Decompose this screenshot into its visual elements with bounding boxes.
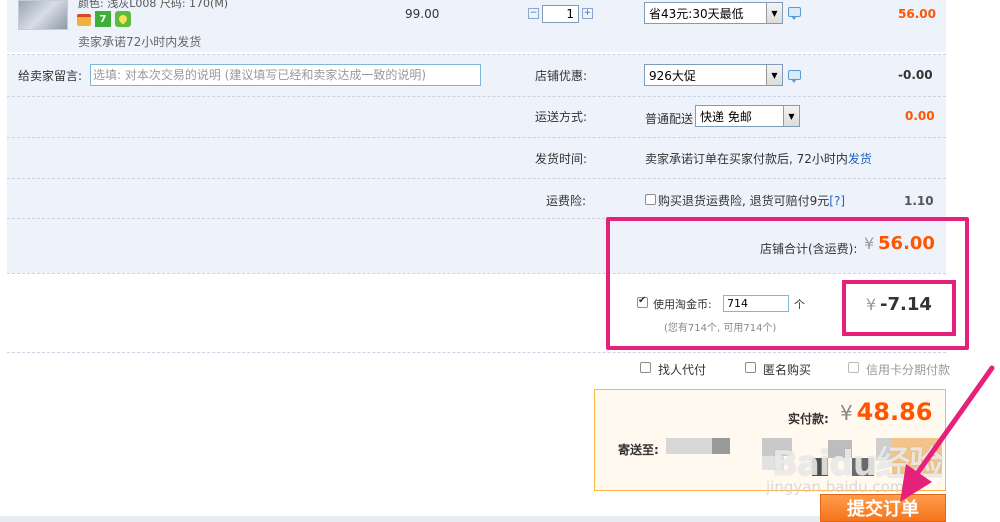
insurance-text: 购买退货运费险, 退货可赔付9元[?] <box>658 192 845 209</box>
payment-label: 实付款: <box>788 412 829 426</box>
guarantee-icon <box>115 11 131 27</box>
chevron-down-icon: ▼ <box>783 106 799 126</box>
anonymous-checkbox[interactable] <box>745 362 756 373</box>
item-subtotal: 56.00 <box>898 7 936 21</box>
annotation-arrow-icon <box>900 365 995 502</box>
installment-checkbox[interactable] <box>848 362 859 373</box>
divider <box>7 178 946 179</box>
insurance-amount: 1.10 <box>904 194 934 208</box>
bottom-strip <box>0 516 820 522</box>
highlight-box-coin-discount <box>842 280 956 336</box>
quantity-input[interactable]: 1 <box>542 5 579 23</box>
chevron-down-icon: ▼ <box>766 65 782 85</box>
quantity-minus-button[interactable]: − <box>528 8 539 19</box>
item-promo-select-value: 省43元:30天最低 <box>649 6 744 21</box>
message-label: 给卖家留言: <box>18 69 83 83</box>
seven-day-return-icon: 7 <box>95 11 111 27</box>
message-input[interactable]: 选填: 对本次交易的说明 (建议填写已经和卖家达成一致的说明) <box>90 64 481 86</box>
credit-card-icon <box>77 14 91 26</box>
find-pay-checkbox[interactable] <box>640 362 651 373</box>
find-pay-label: 找人代付 <box>658 363 707 377</box>
ship-promise: 卖家承诺72小时内发货 <box>78 35 202 49</box>
shipping-select-value: 快递 免邮 <box>700 109 752 124</box>
divider <box>7 137 946 138</box>
product-thumbnail[interactable] <box>18 0 68 30</box>
item-promo-select[interactable]: 省43元:30天最低 ▼ <box>644 2 783 24</box>
shipping-label: 运送方式: <box>535 110 588 124</box>
divider <box>7 218 605 219</box>
comment-icon[interactable] <box>788 7 801 20</box>
shop-discount-value: 926大促 <box>649 68 696 83</box>
divider <box>7 352 946 353</box>
quantity-plus-button[interactable]: + <box>582 8 593 19</box>
insurance-help-link[interactable]: [?] <box>829 194 845 208</box>
chevron-down-icon: ▼ <box>766 3 782 23</box>
insurance-checkbox[interactable] <box>645 194 656 205</box>
shop-discount-select[interactable]: 926大促 ▼ <box>644 64 783 86</box>
shipping-method-text: 普通配送 <box>645 112 694 126</box>
shop-discount-amount: -0.00 <box>898 68 933 82</box>
ship-time-text: 卖家承诺订单在买家付款后, 72小时内发货 <box>645 150 872 167</box>
insurance-label: 运费险: <box>546 194 587 208</box>
anonymous-label: 匿名购买 <box>763 363 812 377</box>
unit-price: 99.00 <box>405 7 440 21</box>
insurance-desc: 购买退货运费险, 退货可赔付9元 <box>658 194 830 208</box>
currency-symbol: ¥ <box>840 401 853 425</box>
shipping-amount: 0.00 <box>905 109 935 123</box>
shop-discount-label: 店铺优惠: <box>535 69 588 83</box>
comment-icon[interactable] <box>788 70 801 83</box>
divider <box>7 96 946 97</box>
ship-time-label: 发货时间: <box>535 152 588 166</box>
ship-time-desc: 卖家承诺订单在买家付款后, 72小时内 <box>645 152 848 166</box>
ship-to-label: 寄送至: <box>618 443 659 457</box>
ship-time-link[interactable]: 发货 <box>848 152 872 166</box>
item-attributes: 颜色: 浅灰L008 尺码: 170(M) <box>78 0 229 10</box>
shipping-select[interactable]: 快递 免邮 ▼ <box>695 105 800 127</box>
